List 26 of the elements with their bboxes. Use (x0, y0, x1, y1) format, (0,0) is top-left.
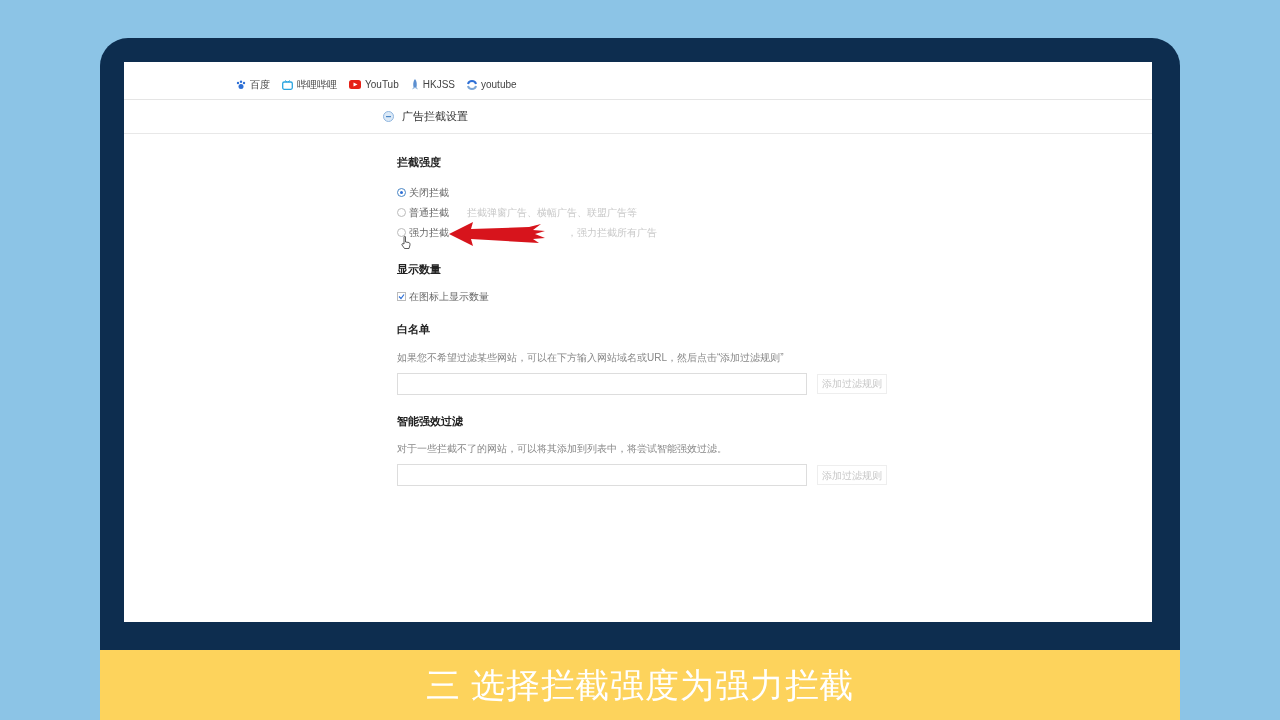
swirl-icon (467, 79, 477, 90)
settings-title: 广告拦截设置 (402, 109, 468, 125)
hand-cursor-icon (401, 235, 411, 249)
paw-icon (236, 79, 246, 90)
radio-option[interactable]: 普通拦截 (397, 205, 467, 220)
radio-option[interactable]: 关闭拦截 (397, 185, 467, 200)
bookmark[interactable]: 百度 (236, 77, 270, 92)
bookmark[interactable]: YouTub (349, 77, 399, 92)
arrow-icon (449, 221, 545, 246)
section-description: 如果您不希望过滤某些网站，可以在下方输入网站域名或URL，然后点击“添加过滤规则” (397, 350, 785, 365)
tv-icon (282, 79, 293, 90)
bookmark[interactable]: youtube (467, 77, 517, 92)
section-heading: 拦截强度 (397, 155, 442, 170)
section-heading: 显示数量 (397, 261, 442, 277)
checkbox-option[interactable]: 在图标上显示数量 (397, 289, 1152, 303)
bookmark[interactable]: HKJSS (410, 77, 455, 92)
rocket-icon (410, 79, 419, 90)
section-heading: 白名单 (397, 322, 431, 337)
caption: 三 选择拦截强度为强力拦截 (425, 664, 855, 706)
section-heading: 智能强效过滤 (397, 413, 464, 429)
input-field[interactable] (397, 372, 807, 395)
section-description: 对于一些拦截不了的网站，可以将其添加到列表中，将尝试智能强效过滤。 (397, 442, 728, 456)
collapse-icon[interactable] (383, 111, 394, 122)
bookmark[interactable]: 哔哩哔哩 (282, 77, 337, 92)
play-icon (349, 80, 361, 89)
input-field[interactable] (397, 464, 807, 486)
